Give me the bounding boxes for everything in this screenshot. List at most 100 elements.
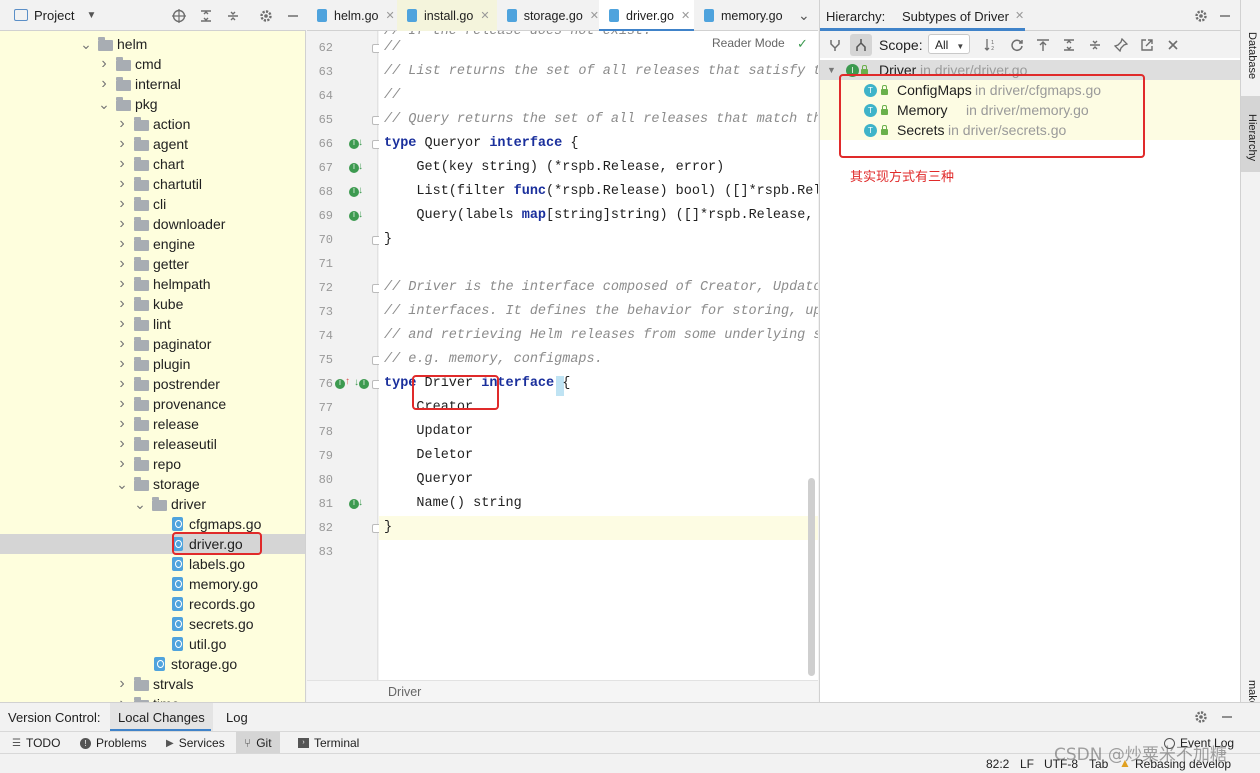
chevron-right-icon[interactable]: › [116, 316, 128, 332]
tab-memory-go[interactable]: memory.go [694, 0, 794, 31]
chevron-right-icon[interactable]: › [116, 456, 128, 472]
tab-log[interactable]: Log [226, 710, 248, 725]
gear-icon[interactable] [1192, 708, 1210, 726]
terminal-tool-button[interactable]: › Terminal [298, 732, 359, 754]
chevron-down-icon[interactable]: ⌄ [134, 497, 146, 511]
chevron-right-icon[interactable]: › [116, 176, 128, 192]
minimize-icon[interactable] [1216, 7, 1234, 25]
gear-icon[interactable] [1192, 7, 1210, 25]
close-icon[interactable] [1164, 36, 1182, 54]
tree-folder-action[interactable]: › action [0, 114, 305, 134]
close-icon[interactable]: ✕ [385, 9, 394, 22]
tree-folder-agent[interactable]: › agent [0, 134, 305, 154]
close-icon[interactable]: ✕ [681, 9, 690, 22]
tree-folder-cmd[interactable]: › cmd [0, 54, 305, 74]
make-tool-button[interactable]: make [1241, 676, 1260, 707]
go-to-implementation-icon[interactable]: ↓ [358, 185, 363, 196]
collapse-all-icon[interactable] [224, 7, 242, 25]
tree-folder-helmpath[interactable]: › helmpath [0, 274, 305, 294]
tree-folder-downloader[interactable]: › downloader [0, 214, 305, 234]
chevron-right-icon[interactable]: › [116, 276, 128, 292]
close-icon[interactable]: ✕ [590, 9, 599, 22]
breadcrumb-item[interactable]: Driver [388, 685, 421, 699]
chevron-down-icon[interactable]: ▼ [86, 10, 96, 21]
tree-folder-chart[interactable]: › chart [0, 154, 305, 174]
expand-all-icon[interactable] [197, 7, 215, 25]
chevron-right-icon[interactable]: › [116, 136, 128, 152]
chevron-right-icon[interactable]: › [116, 196, 128, 212]
tree-folder-chartutil[interactable]: › chartutil [0, 174, 305, 194]
implemented-marker-icon[interactable]: I [359, 379, 369, 389]
implemented-marker-icon[interactable]: I [335, 379, 345, 389]
tree-folder-time[interactable]: ›time [0, 694, 305, 702]
refresh-icon[interactable] [1008, 36, 1026, 54]
services-tool-button[interactable]: ▶ Services [166, 732, 225, 754]
problems-tool-button[interactable]: ! Problems [80, 732, 147, 754]
project-view-title[interactable]: Project [34, 8, 74, 23]
minimize-icon[interactable] [1218, 708, 1236, 726]
pin-icon[interactable] [1112, 36, 1130, 54]
close-icon[interactable]: ✕ [1015, 9, 1024, 22]
chevron-down-icon[interactable]: ▼ [827, 65, 836, 75]
chevron-right-icon[interactable]: › [116, 256, 128, 272]
tree-file-secrets-go[interactable]: secrets.go [0, 614, 305, 634]
tree-folder-kube[interactable]: › kube [0, 294, 305, 314]
tree-file-records-go[interactable]: records.go [0, 594, 305, 614]
chevron-right-icon[interactable]: › [116, 356, 128, 372]
go-to-super-icon[interactable]: ↑ [345, 376, 350, 387]
go-to-implementation-icon[interactable]: ↓ [358, 497, 363, 508]
expand-all-icon[interactable] [1060, 36, 1078, 54]
go-to-implementation-icon[interactable]: ↓ [358, 161, 363, 172]
database-tool-button[interactable]: Database [1241, 0, 1260, 80]
subtypes-icon[interactable] [850, 34, 872, 56]
tree-folder-driver[interactable]: ⌄ driver [0, 494, 305, 514]
go-to-implementation-icon[interactable]: ↓ [358, 137, 363, 148]
tab-local-changes[interactable]: Local Changes [110, 703, 213, 732]
tree-folder-storage[interactable]: ⌄ storage [0, 474, 305, 494]
chevron-right-icon[interactable]: › [98, 56, 110, 72]
tab-driver-go[interactable]: driver.go ✕ [599, 0, 694, 32]
chevron-right-icon[interactable]: › [116, 336, 128, 352]
chevron-right-icon[interactable]: › [116, 396, 128, 412]
tab-subtypes-of-driver[interactable]: Subtypes of Driver [902, 9, 1009, 24]
chevron-right-icon[interactable]: › [116, 236, 128, 252]
code-area[interactable]: // If the release does not exist. // // L… [379, 31, 818, 680]
chevron-right-icon[interactable]: › [116, 436, 128, 452]
close-icon[interactable]: ✕ [480, 9, 489, 22]
tree-file-cfgmaps-go[interactable]: cfgmaps.go [0, 514, 305, 534]
tree-file-util-go[interactable]: util.go [0, 634, 305, 654]
locate-icon[interactable] [170, 7, 188, 25]
tree-folder-getter[interactable]: › getter [0, 254, 305, 274]
export-icon[interactable] [1034, 36, 1052, 54]
tree-folder-cli[interactable]: › cli [0, 194, 305, 214]
tree-folder-pkg[interactable]: ⌄ pkg [0, 94, 305, 114]
collapse-all-icon[interactable] [1086, 36, 1104, 54]
chevron-right-icon[interactable]: › [116, 296, 128, 312]
scope-select[interactable]: All ▼ [928, 34, 970, 54]
tree-folder-repo[interactable]: › repo [0, 454, 305, 474]
tree-folder-lint[interactable]: › lint [0, 314, 305, 334]
tab-list-chevron-icon[interactable]: ⌄ [794, 0, 818, 31]
chevron-down-icon[interactable]: ⌄ [98, 97, 110, 111]
chevron-right-icon[interactable]: › [98, 76, 110, 92]
chevron-right-icon[interactable]: › [116, 116, 128, 132]
tab-helm-go[interactable]: helm.go ✕ [307, 0, 397, 31]
tree-file-storage-go[interactable]: storage.go [0, 654, 305, 674]
tree-folder-release[interactable]: › release [0, 414, 305, 434]
todo-tool-button[interactable]: ☰ TODO [12, 732, 60, 754]
tree-folder-engine[interactable]: › engine [0, 234, 305, 254]
tree-folder-helm[interactable]: ⌄ helm [0, 34, 305, 54]
go-to-implementation-icon[interactable]: ↓ [358, 209, 363, 220]
tab-storage-go[interactable]: storage.go ✕ [497, 0, 599, 31]
tab-install-go[interactable]: install.go ✕ [397, 0, 497, 31]
chevron-right-icon[interactable]: › [116, 676, 128, 692]
supertypes-icon[interactable] [826, 36, 844, 54]
minimize-icon[interactable] [284, 7, 302, 25]
chevron-down-icon[interactable]: ⌄ [116, 477, 128, 491]
caret-position[interactable]: 82:2 [986, 757, 1009, 771]
tree-folder-releaseutil[interactable]: › releaseutil [0, 434, 305, 454]
tree-file-memory-go[interactable]: memory.go [0, 574, 305, 594]
chevron-down-icon[interactable]: ⌄ [80, 37, 92, 51]
reader-mode-toggle[interactable]: Reader Mode [712, 36, 785, 50]
git-tool-button[interactable]: ⑂ Git [236, 732, 280, 754]
